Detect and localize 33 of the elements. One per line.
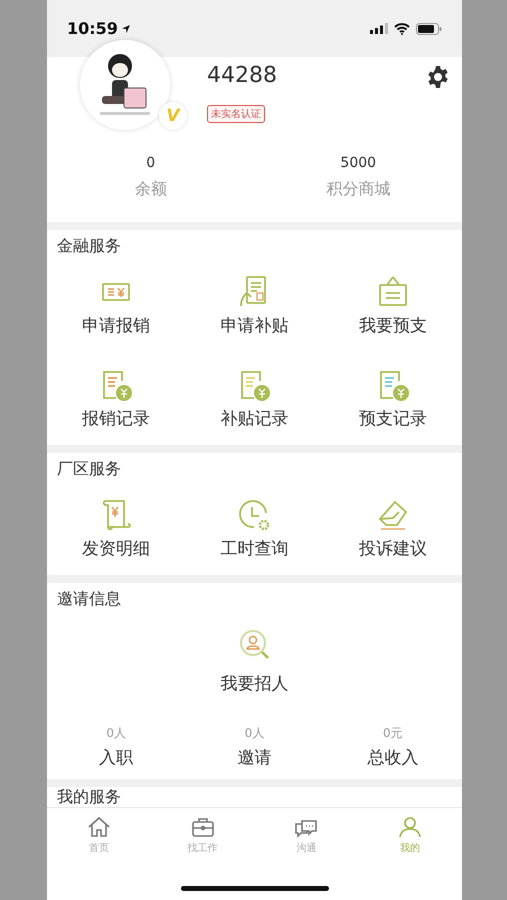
service-item[interactable]: 投诉建议 <box>324 497 462 560</box>
stat-value: 0人 <box>244 725 264 742</box>
location-icon <box>120 24 131 34</box>
status-time: 10:59 <box>67 19 118 38</box>
stat-label: 总收入 <box>367 747 418 769</box>
briefcase-icon <box>190 815 216 839</box>
stat-value: 5000 <box>340 155 376 171</box>
verification-badge: 未实名认证 <box>207 105 265 123</box>
person-icon <box>397 815 424 839</box>
home-icon <box>86 815 112 839</box>
stat-label: 邀请 <box>237 747 272 769</box>
stat-label: 入职 <box>99 747 134 769</box>
service-item[interactable]: 发资明细 <box>47 497 186 560</box>
service-item[interactable]: 工时查询 <box>185 497 324 560</box>
stat-value: 0元 <box>383 725 403 742</box>
section-title: 邀请信息 <box>56 588 122 610</box>
signal-icon <box>370 23 388 34</box>
service-item[interactable]: 申请补贴 <box>185 274 324 337</box>
section-title: 金融服务 <box>56 235 122 257</box>
service-item[interactable]: 申请报销 <box>47 274 186 337</box>
service-item[interactable]: 补贴记录 <box>185 367 324 430</box>
service-item[interactable]: 预支记录 <box>324 367 462 430</box>
user-id: 44288 <box>207 63 277 88</box>
section-title: 我的服务 <box>56 787 122 807</box>
wifi-icon <box>394 22 410 34</box>
battery-icon <box>416 22 442 34</box>
recruit-button[interactable]: 我要招人 <box>220 628 288 695</box>
stat-value: 0人 <box>106 725 126 742</box>
stat-value: 0 <box>146 155 156 171</box>
service-item[interactable]: 我要预支 <box>324 274 462 337</box>
service-item[interactable]: 报销记录 <box>47 367 186 430</box>
section-title: 厂区服务 <box>56 458 122 480</box>
settings-icon[interactable] <box>426 65 450 89</box>
